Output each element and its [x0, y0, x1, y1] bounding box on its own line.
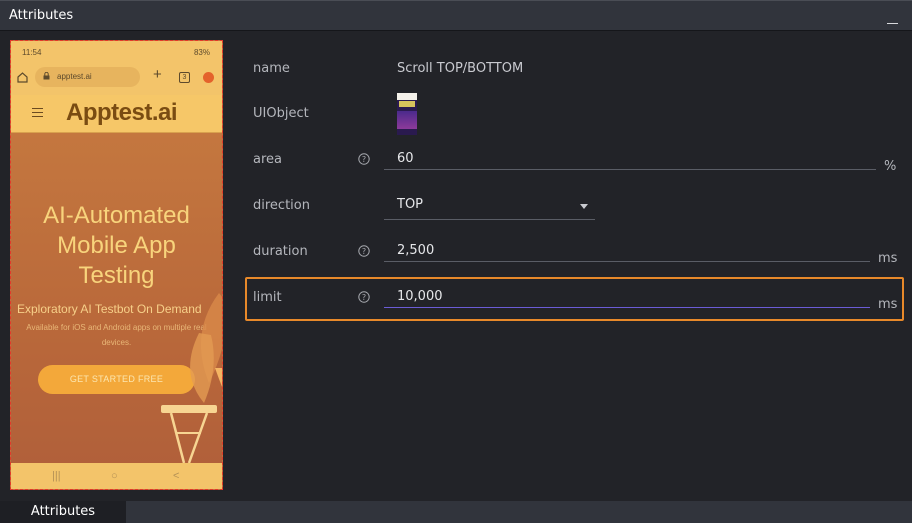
window-title: Attributes	[9, 8, 74, 23]
uiobject-label: UIObject	[253, 106, 309, 121]
phone-site-logo: Apptest.ai	[66, 99, 178, 126]
browser-extension-icon	[203, 72, 214, 83]
bottom-tab-bar: Attributes	[0, 501, 912, 523]
direction-select-underline	[384, 219, 595, 220]
phone-status-bar: 11:54 83%	[11, 41, 222, 63]
help-icon[interactable]: ?	[358, 291, 370, 303]
limit-row-highlight	[245, 277, 904, 321]
duration-input-underline	[384, 261, 870, 262]
area-label: area	[253, 152, 282, 167]
lock-icon	[43, 72, 50, 80]
phone-tab-count: 3	[179, 72, 190, 83]
area-input-underline	[384, 169, 876, 170]
svg-text:?: ?	[362, 247, 366, 256]
limit-unit: ms	[878, 297, 898, 312]
screenshot-preview[interactable]: 11:54 83% apptest.ai + 3 Apptest.ai AI-A…	[10, 40, 223, 490]
hero-title-line: Mobile App	[57, 232, 176, 259]
svg-text:?: ?	[362, 155, 366, 164]
window-titlebar: Attributes	[0, 0, 912, 31]
chevron-down-icon[interactable]	[580, 204, 588, 209]
phone-site-header: Apptest.ai	[11, 95, 222, 133]
limit-input-underline	[384, 307, 870, 308]
minimize-icon[interactable]	[887, 13, 898, 24]
help-icon[interactable]: ?	[358, 153, 370, 165]
home-icon	[17, 72, 28, 83]
duration-unit: ms	[878, 251, 898, 266]
nav-recent-icon: |||	[52, 470, 61, 482]
phone-hero: AI-Automated Mobile App Testing Explorat…	[11, 133, 222, 465]
plus-icon: +	[153, 66, 162, 83]
direction-select[interactable]: TOP	[397, 197, 423, 212]
uiobject-thumbnail[interactable]	[397, 93, 417, 135]
duration-input[interactable]: 2,500	[397, 243, 434, 258]
hero-title-line: AI-Automated	[43, 202, 190, 229]
area-unit: %	[884, 159, 897, 174]
duration-label: duration	[253, 244, 308, 259]
limit-input[interactable]: 10,000	[397, 289, 443, 304]
name-value: Scroll TOP/BOTTOM	[397, 61, 524, 76]
phone-nav-bar: ||| ○ <	[11, 463, 222, 489]
tab-attributes[interactable]: Attributes	[0, 501, 126, 523]
direction-label: direction	[253, 198, 310, 213]
phone-url-bar: apptest.ai + 3	[11, 63, 222, 95]
hero-illustration	[161, 293, 222, 464]
svg-text:?: ?	[362, 293, 366, 302]
area-input[interactable]: 60	[397, 151, 414, 166]
menu-icon	[32, 108, 43, 117]
nav-home-icon: ○	[111, 470, 118, 482]
limit-label: limit	[253, 290, 282, 305]
phone-status-battery: 83%	[193, 48, 210, 57]
name-label: name	[253, 61, 290, 76]
phone-url-field: apptest.ai	[35, 67, 140, 87]
help-icon[interactable]: ?	[358, 245, 370, 257]
nav-back-icon: <	[173, 470, 180, 482]
phone-status-time: 11:54	[22, 48, 42, 57]
phone-url-text: apptest.ai	[57, 72, 92, 81]
